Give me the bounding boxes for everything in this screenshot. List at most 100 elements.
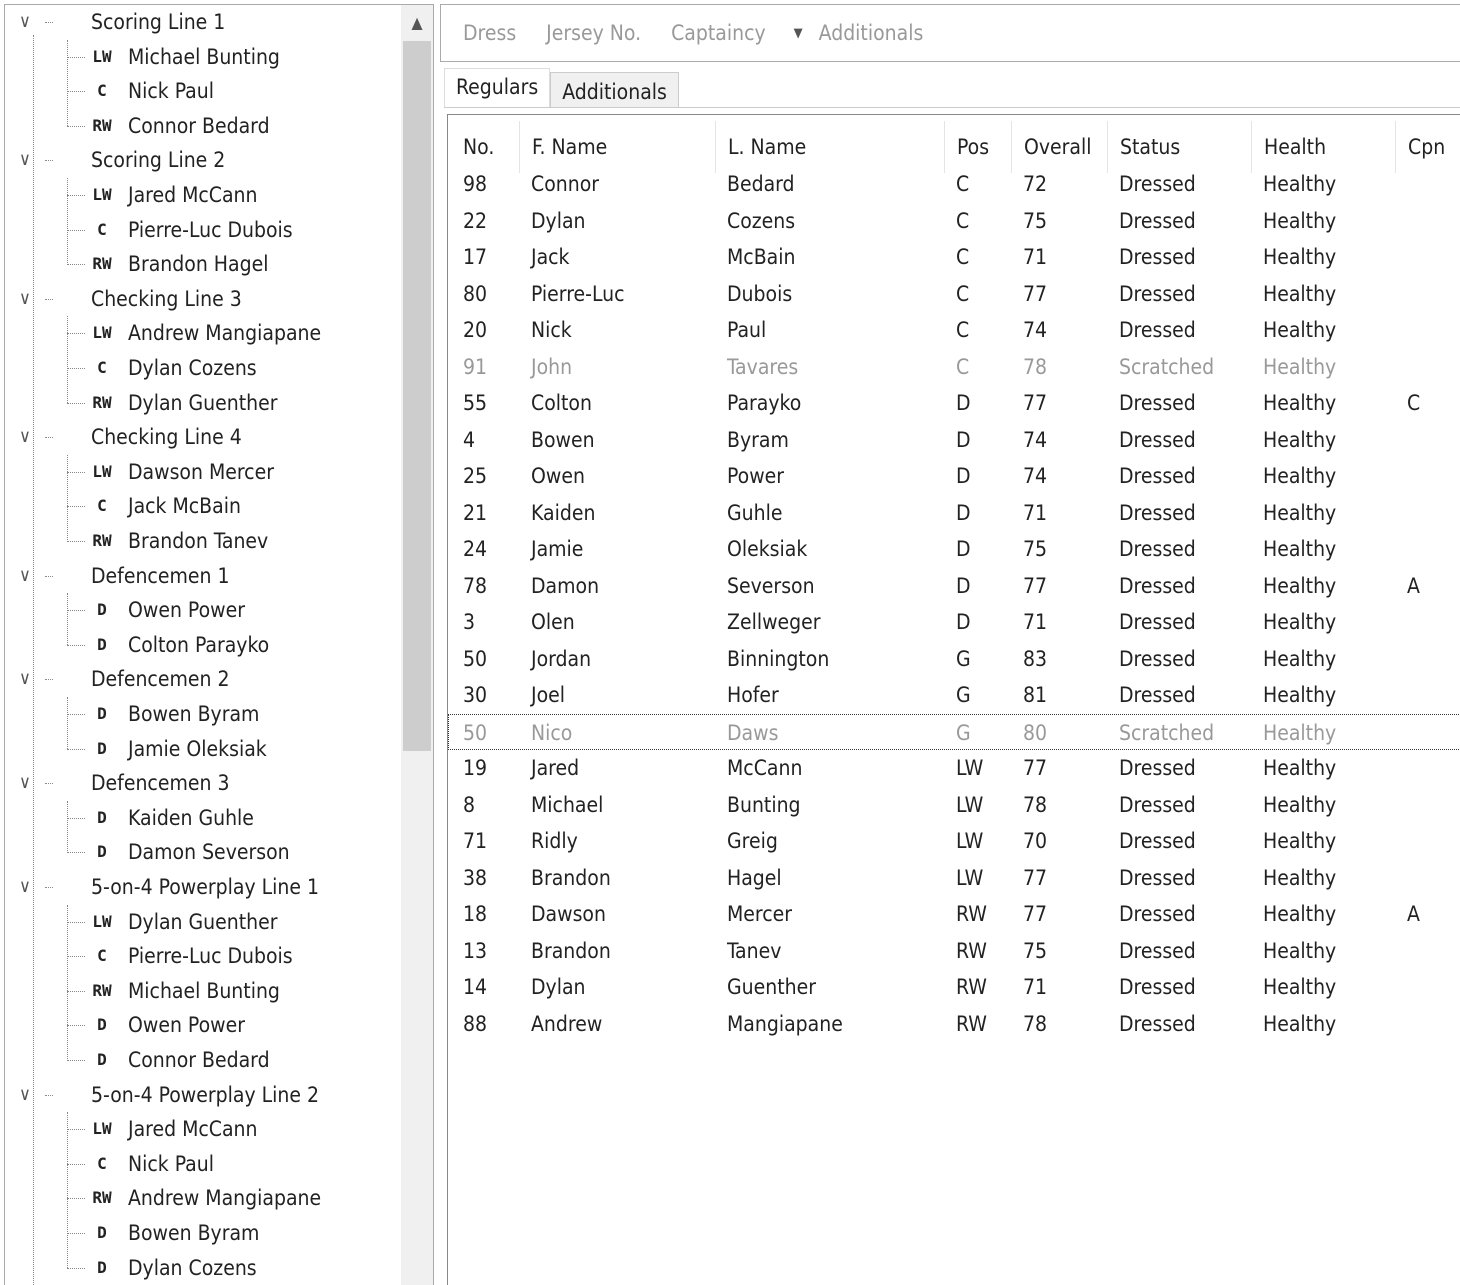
col-overall-cell: 74 <box>1023 318 1048 342</box>
table-row[interactable]: 20 Nick Paul C 74 Dressed Healthy <box>448 312 1460 348</box>
col-overall-cell: 80 <box>1023 720 1048 745</box>
group-label: 5-on-4 Powerplay Line 1 <box>91 875 320 899</box>
tree-connector <box>45 575 53 577</box>
position-badge: C <box>97 219 107 239</box>
table-row[interactable]: 17 Jack McBain C 71 Dressed Healthy <box>448 239 1460 275</box>
jersey-no-button[interactable]: Jersey No. <box>546 21 641 45</box>
table-row[interactable]: 91 John Tavares C 78 Scratched Healthy <box>448 349 1460 385</box>
col-overall-cell: 74 <box>1023 427 1048 452</box>
chevron-down-icon[interactable]: ∨ <box>19 559 31 593</box>
col-health-cell: Healthy <box>1263 902 1337 926</box>
table-row[interactable]: 18 Dawson Mercer RW 77 Dressed Healthy A <box>448 896 1460 932</box>
table-row[interactable]: 19 Jared McCann LW 77 Dressed Healthy <box>448 750 1460 786</box>
tree-scrollbar[interactable]: ▲ <box>401 5 433 1285</box>
chevron-down-icon[interactable]: ∨ <box>19 662 31 696</box>
table-row[interactable]: 3 Olen Zellweger D 71 Dressed Healthy <box>448 604 1460 640</box>
group-label: Defencemen 2 <box>91 667 230 692</box>
tree-connector <box>67 471 85 473</box>
col-pos-cell: D <box>956 427 971 452</box>
table-row[interactable]: 38 Brandon Hagel LW 77 Dressed Healthy <box>448 860 1460 896</box>
position-badge: LW <box>92 911 112 931</box>
table-row[interactable]: 98 Connor Bedard C 72 Dressed Healthy <box>448 166 1460 202</box>
table-row[interactable]: 14 Dylan Guenther RW 71 Dressed Healthy <box>448 969 1460 1005</box>
chevron-down-icon[interactable]: ∨ <box>19 5 31 39</box>
col-last-name-cell: Binnington <box>727 646 830 671</box>
chevron-down-icon[interactable]: ∨ <box>19 420 31 454</box>
table-row[interactable]: 71 Ridly Greig LW 70 Dressed Healthy <box>448 823 1460 859</box>
chevron-down-icon[interactable]: ∨ <box>19 1078 31 1112</box>
group-label: Checking Line 4 <box>91 425 242 450</box>
position-badge: C <box>97 358 107 377</box>
col-health-cell: Healthy <box>1263 281 1337 306</box>
table-row[interactable]: 8 Michael Bunting LW 78 Dressed Healthy <box>448 787 1460 823</box>
tree-connector <box>45 22 53 23</box>
col-first-name-cell: Owen <box>531 464 585 488</box>
col-pos-cell: C <box>956 318 970 342</box>
table-row[interactable]: 21 Kaiden Guhle D 71 Dressed Healthy <box>448 495 1460 531</box>
dropdown-arrow-icon[interactable]: ▼ <box>794 26 803 41</box>
col-status-cell: Dressed <box>1119 500 1196 525</box>
chevron-down-icon[interactable]: ∨ <box>19 143 31 177</box>
group-label: Checking Line 3 <box>91 286 242 311</box>
tree-connector <box>67 1112 68 1269</box>
col-no-cell: 50 <box>463 646 488 671</box>
table-row[interactable]: 24 Jamie Oleksiak D 75 Dressed Healthy <box>448 531 1460 567</box>
player-name: Dylan Cozens <box>128 1255 257 1280</box>
scrollbar-thumb[interactable] <box>403 41 431 751</box>
table-row[interactable]: 50 Nico Daws G 80 Scratched Healthy <box>448 713 1460 750</box>
tab-regulars[interactable]: Regulars <box>444 68 551 108</box>
table-row[interactable]: 30 Joel Hofer G 81 Dressed Healthy <box>448 677 1460 713</box>
table-row[interactable]: 55 Colton Parayko D 77 Dressed Healthy C <box>448 385 1460 421</box>
tree-connector <box>67 1267 85 1269</box>
table-row[interactable]: 80 Pierre-Luc Dubois C 77 Dressed Healthy <box>448 276 1460 312</box>
col-health-cell: Healthy <box>1263 865 1337 890</box>
tree-connector <box>45 679 53 681</box>
col-no-cell: 88 <box>463 1011 488 1036</box>
table-row[interactable]: 78 Damon Severson D 77 Dressed Healthy A <box>448 568 1460 604</box>
table-row[interactable]: 25 Owen Power D 74 Dressed Healthy <box>448 458 1460 494</box>
position-badge: C <box>97 1153 107 1173</box>
position-badge: RW <box>92 1188 112 1208</box>
col-health-cell: Healthy <box>1263 683 1337 707</box>
additionals-button[interactable]: Additionals <box>819 21 924 45</box>
col-no-cell: 20 <box>463 318 488 342</box>
tree-connector <box>67 1233 85 1234</box>
col-no-cell: 50 <box>463 720 488 745</box>
tab-additionals[interactable]: Additionals <box>550 72 679 108</box>
dress-button[interactable]: Dress <box>463 21 516 45</box>
tree-connector <box>67 368 85 369</box>
scroll-up-icon[interactable]: ▲ <box>401 5 433 41</box>
captaincy-dropdown[interactable]: Captaincy <box>671 21 766 45</box>
position-badge: RW <box>92 980 112 1000</box>
position-badge: RW <box>92 392 112 412</box>
col-overall-cell: 81 <box>1023 683 1048 707</box>
chevron-down-icon[interactable]: ∨ <box>19 766 31 800</box>
col-first-name-cell: Colton <box>531 391 592 415</box>
col-overall-cell: 75 <box>1023 938 1048 963</box>
table-row[interactable]: 22 Dylan Cozens C 75 Dressed Healthy <box>448 203 1460 239</box>
tree-connector <box>67 125 85 127</box>
table-header: No. F. Name L. Name Pos Overall Status Health C… <box>448 121 1460 173</box>
table-row[interactable]: 13 Brandon Tanev RW 75 Dressed Healthy <box>448 933 1460 969</box>
player-name: Owen Power <box>128 1013 245 1038</box>
col-health-cell: Healthy <box>1263 500 1337 525</box>
player-name: Michael Bunting <box>128 44 280 69</box>
tree-connector <box>67 178 68 265</box>
col-overall-cell: 77 <box>1023 756 1048 780</box>
table-row[interactable]: 50 Jordan Binnington G 83 Dressed Healthy <box>448 641 1460 677</box>
col-health-cell: Healthy <box>1263 391 1337 415</box>
col-status-cell: Dressed <box>1119 427 1196 452</box>
table-row[interactable]: 88 Andrew Mangiapane RW 78 Dressed Healthy <box>448 1006 1460 1042</box>
lines-tree[interactable]: ∨ Scoring Line 1 LW Michael Bunting C Nick Pa… <box>4 4 434 1285</box>
col-pos-cell: RW <box>956 938 987 963</box>
table-row[interactable]: 4 Bowen Byram D 74 Dressed Healthy <box>448 422 1460 458</box>
tree-connector <box>67 714 85 715</box>
chevron-down-icon[interactable]: ∨ <box>19 870 31 904</box>
col-cpn-cell: A <box>1407 573 1420 598</box>
col-first-name-cell: Jared <box>531 756 580 780</box>
col-last-name-cell: Tavares <box>727 354 799 379</box>
tree-connector <box>67 1060 85 1061</box>
chevron-down-icon[interactable]: ∨ <box>19 282 31 316</box>
player-name: Andrew Mangiapane <box>128 321 322 346</box>
player-name: Connor Bedard <box>128 113 270 138</box>
